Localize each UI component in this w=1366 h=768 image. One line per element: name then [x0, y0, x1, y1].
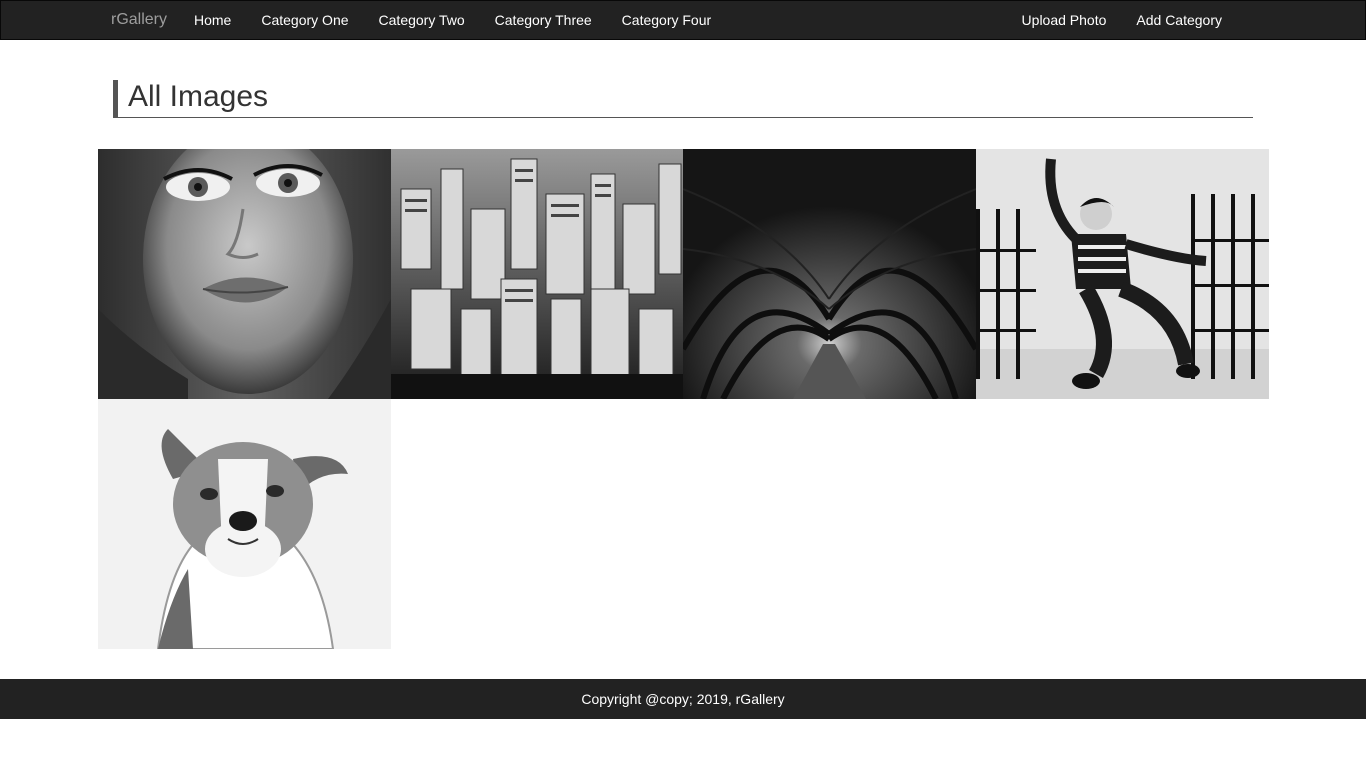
gallery-image-city[interactable]: [391, 149, 684, 399]
nav-link-add-category[interactable]: Add Category: [1121, 1, 1237, 39]
gallery-image-dancer[interactable]: [976, 149, 1269, 399]
page-title: All Images: [128, 80, 269, 113]
page-header: All Images: [113, 80, 1253, 118]
page-footer: Copyright @copy; 2019, rGallery: [0, 679, 1366, 719]
nav-right-menu: Upload Photo Add Category: [1007, 1, 1237, 39]
top-navbar: rGallery Home Category One Category Two …: [0, 0, 1366, 40]
gallery-image-forest[interactable]: [683, 149, 976, 399]
gallery-image-portrait[interactable]: [98, 149, 391, 399]
nav-link-category-one[interactable]: Category One: [246, 1, 363, 39]
nav-link-category-three[interactable]: Category Three: [480, 1, 607, 39]
nav-left-menu: Home Category One Category Two Category …: [179, 1, 726, 39]
nav-link-category-four[interactable]: Category Four: [607, 1, 726, 39]
nav-link-category-two[interactable]: Category Two: [364, 1, 480, 39]
brand-logo[interactable]: rGallery: [111, 1, 167, 39]
nav-link-home[interactable]: Home: [179, 1, 246, 39]
copyright-text: Copyright @copy; 2019, rGallery: [581, 691, 785, 707]
gallery-image-dog[interactable]: [98, 399, 391, 649]
nav-link-upload-photo[interactable]: Upload Photo: [1007, 1, 1122, 39]
